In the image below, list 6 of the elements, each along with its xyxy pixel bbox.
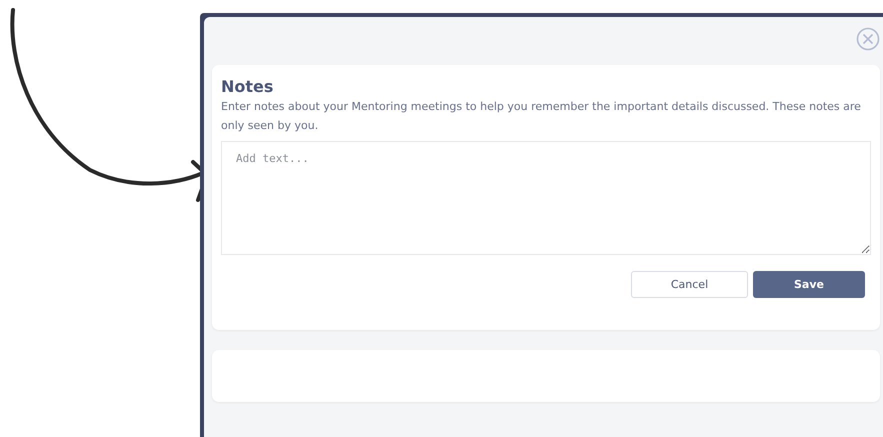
save-button[interactable]: Save: [753, 271, 865, 298]
notes-title: Notes: [221, 77, 274, 96]
close-icon[interactable]: [856, 27, 880, 51]
notes-field[interactable]: Add text...: [221, 141, 871, 255]
notes-description: Enter notes about your Mentoring meetings to help you remember the important details discussed. These notes are only seen by you.: [221, 99, 862, 134]
cancel-button[interactable]: Cancel: [631, 271, 748, 298]
